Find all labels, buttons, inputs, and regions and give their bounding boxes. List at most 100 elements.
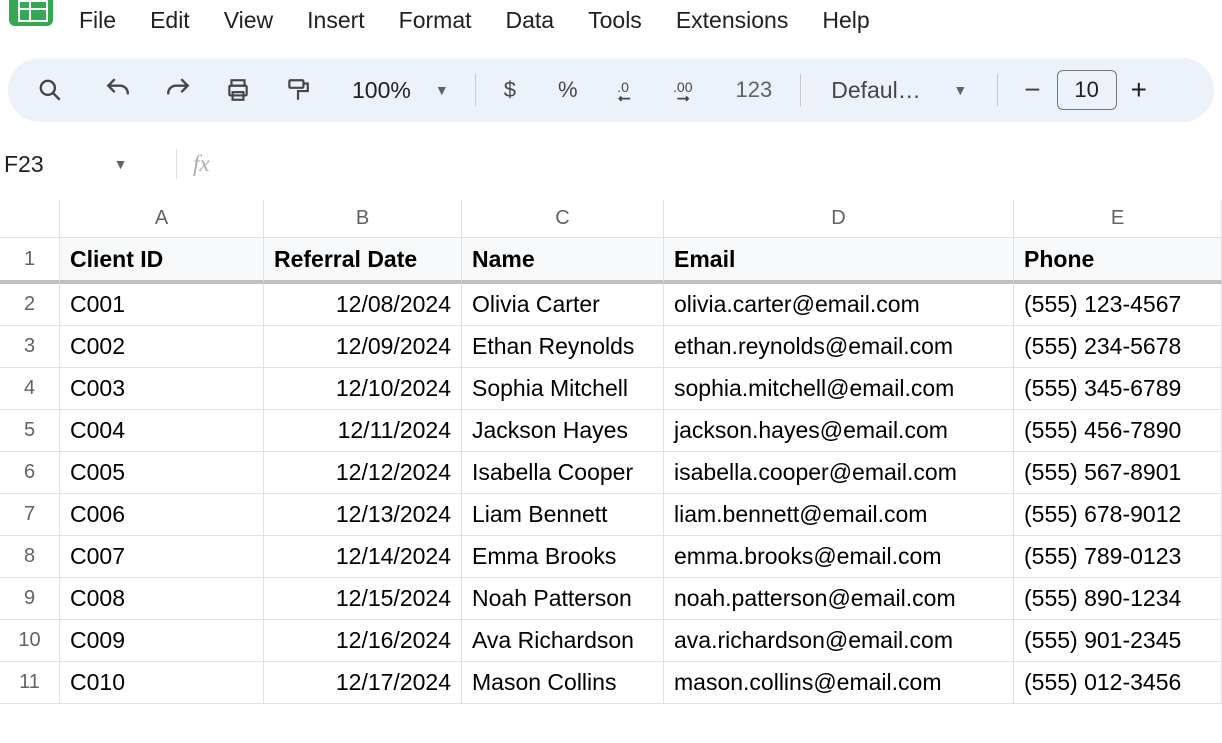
cell[interactable]: Ethan Reynolds [462,326,664,368]
row-header[interactable]: 4 [0,368,60,410]
sheets-logo[interactable] [0,0,62,40]
cell[interactable]: Ava Richardson [462,620,664,662]
cell[interactable]: Sophia Mitchell [462,368,664,410]
cell[interactable]: Mason Collins [462,662,664,704]
more-formats-button[interactable]: 123 [726,77,783,103]
cell[interactable]: (555) 234-5678 [1014,326,1222,368]
row-header[interactable]: 9 [0,578,60,620]
table-row: 8C00712/14/2024Emma Brooksemma.brooks@em… [0,536,1222,578]
row-header[interactable]: 7 [0,494,60,536]
menu-data[interactable]: Data [489,0,572,44]
zoom-selector[interactable]: 100% ▼ [344,77,457,104]
paint-format-icon[interactable] [280,72,316,108]
row-header[interactable]: 3 [0,326,60,368]
name-box[interactable]: F23 ▼ [0,151,166,178]
row-header[interactable]: 2 [0,284,60,326]
menu-view[interactable]: View [207,0,290,44]
cell[interactable]: 12/16/2024 [264,620,462,662]
cell[interactable]: C009 [60,620,264,662]
format-currency-button[interactable]: $ [494,77,526,103]
cell[interactable]: (555) 901-2345 [1014,620,1222,662]
menu-edit[interactable]: Edit [133,0,207,44]
menu-extensions[interactable]: Extensions [659,0,806,44]
row-header[interactable]: 1 [0,238,60,284]
cell[interactable]: C005 [60,452,264,494]
cell[interactable]: C004 [60,410,264,452]
cell[interactable]: (555) 456-7890 [1014,410,1222,452]
column-header-c[interactable]: C [462,200,664,238]
header-cell-referral-date[interactable]: Referral Date [264,238,462,284]
column-header-e[interactable]: E [1014,200,1222,238]
cell[interactable]: isabella.cooper@email.com [664,452,1014,494]
column-header-b[interactable]: B [264,200,462,238]
fx-icon[interactable]: fx [193,151,210,177]
cell[interactable]: C008 [60,578,264,620]
cell[interactable]: (555) 123-4567 [1014,284,1222,326]
cell[interactable]: (555) 345-6789 [1014,368,1222,410]
cell[interactable]: liam.bennett@email.com [664,494,1014,536]
cell[interactable]: Liam Bennett [462,494,664,536]
redo-icon[interactable] [160,72,196,108]
menu-format[interactable]: Format [382,0,489,44]
cell[interactable]: Isabella Cooper [462,452,664,494]
cell[interactable]: 12/10/2024 [264,368,462,410]
header-cell-name[interactable]: Name [462,238,664,284]
cell[interactable]: 12/11/2024 [264,410,462,452]
undo-icon[interactable] [100,72,136,108]
header-cell-email[interactable]: Email [664,238,1014,284]
font-size-increase-button[interactable]: + [1125,74,1153,106]
row-header[interactable]: 11 [0,662,60,704]
cell[interactable]: C003 [60,368,264,410]
header-cell-client-id[interactable]: Client ID [60,238,264,284]
cell[interactable]: 12/14/2024 [264,536,462,578]
select-all-corner[interactable] [0,200,60,238]
menu-insert[interactable]: Insert [290,0,382,44]
format-percent-button[interactable]: % [548,77,588,103]
cell[interactable]: C001 [60,284,264,326]
menu-help[interactable]: Help [805,0,886,44]
cell[interactable]: (555) 567-8901 [1014,452,1222,494]
cell[interactable]: (555) 678-9012 [1014,494,1222,536]
cell[interactable]: sophia.mitchell@email.com [664,368,1014,410]
cell[interactable]: Emma Brooks [462,536,664,578]
cell[interactable]: mason.collins@email.com [664,662,1014,704]
print-icon[interactable] [220,72,256,108]
row-header[interactable]: 8 [0,536,60,578]
header-cell-phone[interactable]: Phone [1014,238,1222,284]
menu-file[interactable]: File [62,0,133,44]
font-size-input[interactable]: 10 [1057,70,1117,110]
cell[interactable]: C007 [60,536,264,578]
row-header[interactable]: 6 [0,452,60,494]
search-icon[interactable] [32,72,68,108]
column-header-d[interactable]: D [664,200,1014,238]
row-header[interactable]: 10 [0,620,60,662]
cell[interactable]: 12/15/2024 [264,578,462,620]
cell[interactable]: (555) 789-0123 [1014,536,1222,578]
row-header[interactable]: 5 [0,410,60,452]
cell[interactable]: Jackson Hayes [462,410,664,452]
cell[interactable]: 12/08/2024 [264,284,462,326]
cell[interactable]: 12/09/2024 [264,326,462,368]
cell[interactable]: emma.brooks@email.com [664,536,1014,578]
cell[interactable]: Noah Patterson [462,578,664,620]
cell[interactable]: 12/17/2024 [264,662,462,704]
cell[interactable]: ava.richardson@email.com [664,620,1014,662]
cell[interactable]: C010 [60,662,264,704]
cell[interactable]: (555) 890-1234 [1014,578,1222,620]
menu-tools[interactable]: Tools [571,0,659,44]
cell[interactable]: 12/12/2024 [264,452,462,494]
cell[interactable]: jackson.hayes@email.com [664,410,1014,452]
decrease-decimal-icon[interactable]: .0 [610,72,646,108]
cell[interactable]: ethan.reynolds@email.com [664,326,1014,368]
increase-decimal-icon[interactable]: .00 [668,72,704,108]
font-size-decrease-button[interactable]: − [1016,74,1048,106]
font-family-selector[interactable]: Defaul… ▼ [819,77,979,104]
cell[interactable]: 12/13/2024 [264,494,462,536]
cell[interactable]: olivia.carter@email.com [664,284,1014,326]
cell[interactable]: Olivia Carter [462,284,664,326]
cell[interactable]: noah.patterson@email.com [664,578,1014,620]
cell[interactable]: C006 [60,494,264,536]
cell[interactable]: C002 [60,326,264,368]
cell[interactable]: (555) 012-3456 [1014,662,1222,704]
column-header-a[interactable]: A [60,200,264,238]
